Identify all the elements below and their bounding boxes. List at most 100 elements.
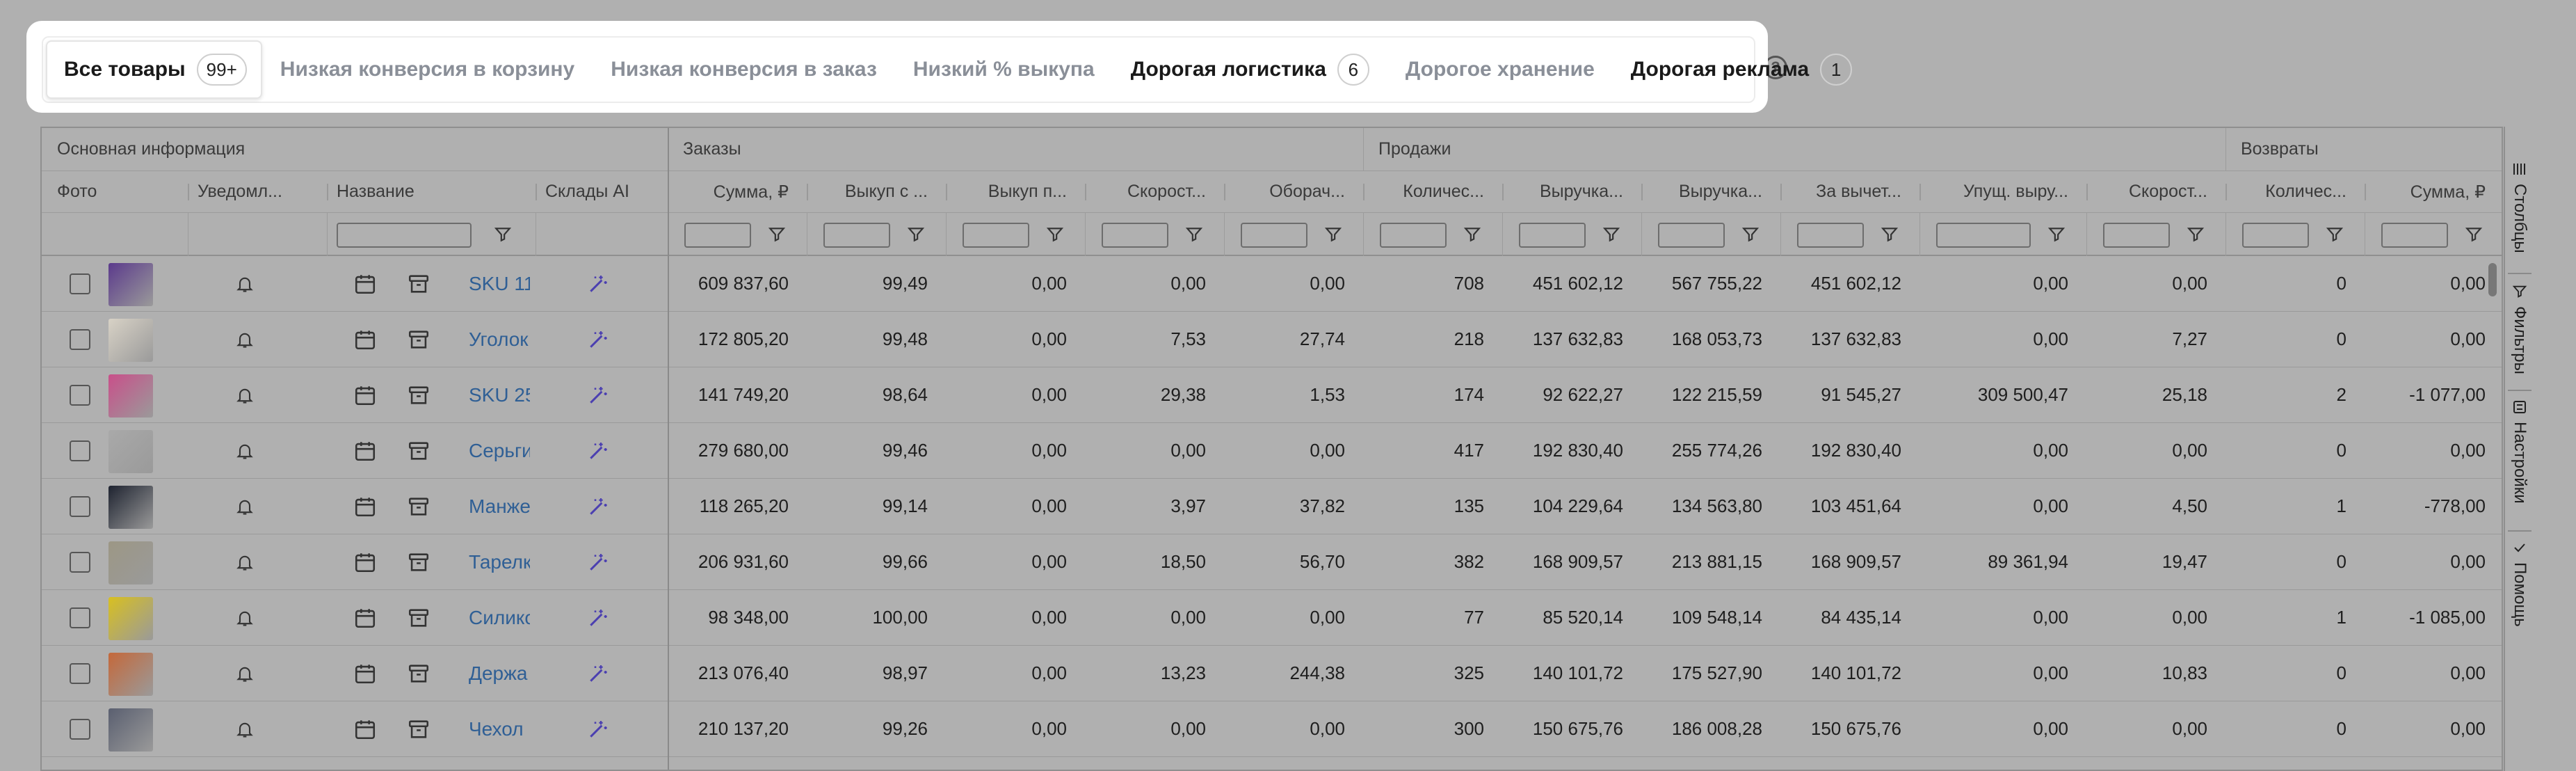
product-name-link[interactable]: Чехол [469, 701, 530, 756]
filter-input[interactable] [1241, 223, 1307, 248]
tab-expensive-ads[interactable]: Дорогая реклама 1 [1613, 40, 1870, 99]
filter-icon[interactable] [1463, 225, 1481, 244]
col-warehouses-ai[interactable]: Склады AI [536, 171, 668, 212]
table-row[interactable]: Серьги 279 680,00 99,46 0,00 0,00 0,00 417 192 … [42, 423, 2502, 479]
magic-wand-icon[interactable] [587, 718, 609, 740]
archive-icon[interactable] [407, 383, 430, 407]
filter-input[interactable] [2381, 223, 2448, 248]
filter-icon[interactable] [1881, 225, 1899, 244]
product-thumbnail[interactable] [108, 263, 153, 306]
product-name-link[interactable]: Манже [469, 479, 530, 534]
bell-icon[interactable] [235, 664, 255, 683]
filter-icon[interactable] [768, 225, 786, 244]
side-settings-button[interactable]: Настройки [2505, 399, 2534, 504]
magic-wand-icon[interactable] [587, 551, 609, 573]
row-checkbox[interactable] [70, 273, 90, 294]
row-checkbox[interactable] [70, 329, 90, 350]
bell-icon[interactable] [235, 330, 255, 349]
filter-icon[interactable] [1741, 225, 1760, 244]
table-row[interactable]: Силико 98 348,00 100,00 0,00 0,00 0,00 77 85 52… [42, 590, 2502, 646]
filter-icon[interactable] [2465, 225, 2483, 244]
filter-input[interactable] [2242, 223, 2309, 248]
row-checkbox[interactable] [70, 552, 90, 573]
calendar-icon[interactable] [353, 383, 377, 407]
product-thumbnail[interactable] [108, 653, 153, 696]
magic-wand-icon[interactable] [587, 384, 609, 406]
side-help-button[interactable]: Помощь [2505, 540, 2534, 627]
archive-icon[interactable] [407, 272, 430, 296]
tab-expensive-storage[interactable]: Дорогое хранение [1387, 40, 1613, 99]
filter-input[interactable] [1658, 223, 1725, 248]
product-thumbnail[interactable] [108, 708, 153, 752]
product-thumbnail[interactable] [108, 319, 153, 362]
side-filters-button[interactable]: Фильтры [2505, 284, 2534, 374]
product-name-link[interactable]: Уголок [469, 312, 530, 367]
col-name[interactable]: Название [327, 171, 536, 212]
magic-wand-icon[interactable] [587, 607, 609, 629]
col-c8[interactable]: Выручка... [1641, 171, 1780, 212]
filter-input[interactable] [1380, 223, 1447, 248]
row-checkbox[interactable] [70, 719, 90, 740]
bell-icon[interactable] [235, 608, 255, 628]
filter-input[interactable] [963, 223, 1029, 248]
col-c5[interactable]: Оборач... [1224, 171, 1363, 212]
filter-icon[interactable] [494, 225, 512, 244]
archive-icon[interactable] [407, 328, 430, 351]
calendar-icon[interactable] [353, 495, 377, 518]
product-name-link[interactable]: Серьги [469, 423, 530, 478]
product-name-link[interactable]: Силико [469, 590, 530, 645]
col-c6[interactable]: Количес... [1363, 171, 1502, 212]
filter-icon[interactable] [1046, 225, 1064, 244]
magic-wand-icon[interactable] [587, 328, 609, 351]
filter-icon[interactable] [907, 225, 925, 244]
magic-wand-icon[interactable] [587, 662, 609, 685]
col-c9[interactable]: За вычет... [1780, 171, 1919, 212]
bell-icon[interactable] [235, 720, 255, 739]
product-thumbnail[interactable] [108, 486, 153, 529]
tab-expensive-logistics[interactable]: Дорогая логистика 6 [1113, 40, 1387, 99]
tab-low-cart-conversion[interactable]: Низкая конверсия в корзину [262, 40, 593, 99]
col-c3[interactable]: Выкуп п... [946, 171, 1085, 212]
bell-icon[interactable] [235, 441, 255, 461]
tab-low-order-conversion[interactable]: Низкая конверсия в заказ [593, 40, 895, 99]
filter-input[interactable] [2103, 223, 2170, 248]
archive-icon[interactable] [407, 717, 430, 741]
table-row[interactable]: Тарелк 206 931,60 99,66 0,00 18,50 56,70 382 16… [42, 534, 2502, 590]
bell-icon[interactable] [235, 274, 255, 294]
col-c13[interactable]: Сумма, ₽ [2365, 171, 2502, 212]
bell-icon[interactable] [235, 497, 255, 516]
table-row[interactable]: Манже 118 265,20 99,14 0,00 3,97 37,82 135 104 … [42, 479, 2502, 534]
archive-icon[interactable] [407, 606, 430, 630]
magic-wand-icon[interactable] [587, 273, 609, 295]
filter-input[interactable] [684, 223, 751, 248]
calendar-icon[interactable] [353, 550, 377, 574]
row-checkbox[interactable] [70, 663, 90, 684]
calendar-icon[interactable] [353, 439, 377, 463]
row-checkbox[interactable] [70, 385, 90, 406]
tab-low-buyout[interactable]: Низкий % выкупа [895, 40, 1113, 99]
product-name-link[interactable]: Тарелк [469, 534, 530, 589]
bell-icon[interactable] [235, 553, 255, 572]
archive-icon[interactable] [407, 662, 430, 685]
calendar-icon[interactable] [353, 717, 377, 741]
side-columns-button[interactable]: Столбцы [2505, 161, 2534, 253]
col-c7[interactable]: Выручка... [1502, 171, 1641, 212]
product-name-link[interactable]: SKU 25 [469, 367, 530, 422]
col-c12[interactable]: Количес... [2225, 171, 2365, 212]
col-notify[interactable]: Уведомл... [188, 171, 327, 212]
archive-icon[interactable] [407, 550, 430, 574]
product-thumbnail[interactable] [108, 430, 153, 473]
filter-icon[interactable] [2187, 225, 2205, 244]
tab-all-products[interactable]: Все товары 99+ [46, 40, 262, 99]
col-c2[interactable]: Выкуп с ... [807, 171, 946, 212]
vertical-scrollbar[interactable] [2488, 263, 2497, 296]
calendar-icon[interactable] [353, 662, 377, 685]
product-thumbnail[interactable] [108, 597, 153, 640]
filter-icon[interactable] [1324, 225, 1342, 244]
calendar-icon[interactable] [353, 606, 377, 630]
filter-icon[interactable] [1185, 225, 1203, 244]
col-photo[interactable]: Фото [47, 171, 186, 212]
col-c4[interactable]: Скорост... [1085, 171, 1224, 212]
filter-input[interactable] [1797, 223, 1864, 248]
row-checkbox[interactable] [70, 496, 90, 517]
